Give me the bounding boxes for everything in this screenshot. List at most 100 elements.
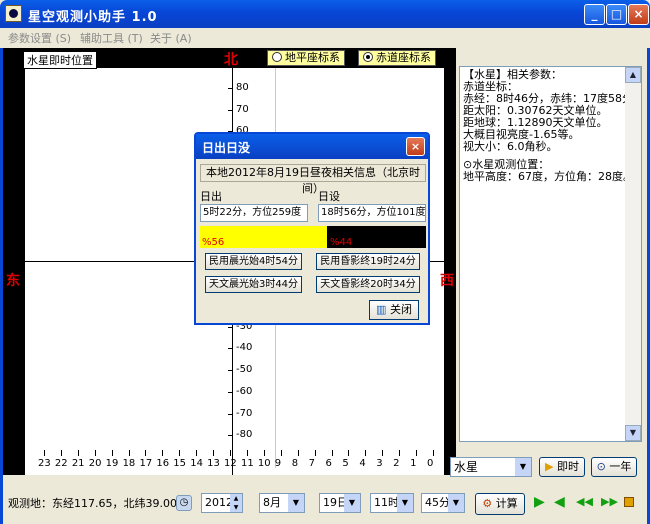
info-lines: 【水星】相关参数： 赤道坐标： 赤经：8时46分，赤纬：17度58分。 距太阳：0.3… bbox=[463, 69, 641, 183]
bottom-bar: 观测地：东经117.65，北纬39.00 ◷ 2012 ▲ ▼ 8月 ▼ 19日 … bbox=[3, 490, 647, 518]
menu-about[interactable]: 关于 (A) bbox=[150, 30, 192, 46]
orbit-icon: ⊙ bbox=[596, 460, 606, 473]
sunset-field: 18时56分，方位101度 bbox=[318, 204, 426, 222]
planet-select[interactable]: 水星 ▼ bbox=[450, 457, 532, 477]
sunrise-label: 日出 bbox=[200, 190, 222, 203]
chevron-down-icon[interactable]: ▼ bbox=[515, 458, 531, 476]
step-back-icon[interactable]: ◀ bbox=[554, 494, 565, 510]
west-label: 西 bbox=[440, 273, 454, 289]
play-forward-icon[interactable]: ▶ bbox=[534, 494, 545, 510]
y-tick-label: -80 bbox=[236, 429, 253, 441]
maximize-button[interactable]: □ bbox=[606, 4, 627, 25]
x-tick-mark bbox=[196, 450, 198, 456]
night-percent-label: %44 bbox=[330, 237, 353, 248]
location-label: 观测地：东经117.65，北纬39.00 bbox=[8, 495, 184, 511]
x-tick-label: 22 bbox=[54, 458, 68, 469]
chevron-down-icon[interactable]: ▼ bbox=[344, 494, 360, 512]
chevron-down-icon[interactable]: ▼ bbox=[448, 494, 464, 512]
x-tick-label: 4 bbox=[359, 458, 366, 469]
y-tick-label: -70 bbox=[236, 407, 253, 419]
dialog-title-bar: 日出日没 × bbox=[196, 134, 428, 159]
x-tick-mark bbox=[60, 450, 62, 456]
x-tick-label: 2 bbox=[393, 458, 400, 469]
radio-equatorial-coords[interactable]: 赤道座标系 bbox=[358, 50, 436, 66]
x-tick-mark bbox=[433, 450, 434, 456]
minute-value: 45分 bbox=[425, 496, 450, 509]
radio-label: 赤道座标系 bbox=[376, 51, 431, 64]
year-button-label: 一年 bbox=[609, 460, 632, 473]
clock-icon[interactable]: ◷ bbox=[176, 495, 192, 511]
year-spinner[interactable]: 2012 ▲ ▼ bbox=[201, 493, 243, 513]
y-tick-mark bbox=[228, 88, 233, 89]
now-button[interactable]: ▶ 即时 bbox=[539, 457, 585, 477]
x-tick-mark bbox=[297, 450, 299, 456]
x-tick-label: 15 bbox=[173, 458, 187, 469]
astro-dusk-button[interactable]: 天文昏影终20时34分 bbox=[316, 276, 420, 293]
hour-select[interactable]: 11时 ▼ bbox=[370, 493, 414, 513]
x-tick-label: 6 bbox=[325, 458, 332, 469]
scroll-down-icon[interactable]: ▼ bbox=[625, 425, 641, 441]
info-panel[interactable]: 【水星】相关参数： 赤道坐标： 赤经：8时46分，赤纬：17度58分。 距太阳：0.3… bbox=[459, 66, 642, 442]
info-line: 地平高度：67度，方位角：28度。 bbox=[463, 170, 634, 183]
minute-select[interactable]: 45分 ▼ bbox=[421, 493, 465, 513]
x-tick-mark bbox=[382, 450, 384, 456]
month-select[interactable]: 8月 ▼ bbox=[259, 493, 305, 513]
x-tick-label: 14 bbox=[190, 458, 203, 469]
astro-dawn-button[interactable]: 天文晨光始3时44分 bbox=[205, 276, 302, 293]
x-tick-label: 18 bbox=[122, 458, 136, 469]
x-tick-label: 13 bbox=[207, 458, 220, 469]
x-tick-mark bbox=[263, 450, 265, 456]
close-button[interactable]: × bbox=[628, 4, 649, 25]
dialog-close-icon[interactable]: × bbox=[406, 137, 425, 156]
minimize-button[interactable]: _ bbox=[584, 4, 605, 25]
x-tick-mark bbox=[365, 450, 367, 456]
x-tick-label: 11 bbox=[240, 458, 254, 469]
x-tick-label: 16 bbox=[156, 458, 170, 469]
x-tick-mark bbox=[213, 450, 215, 456]
radio-label: 地平座标系 bbox=[285, 51, 340, 64]
title-bar: 星空观测小助手 1.0 _ □ × bbox=[0, 0, 650, 28]
x-tick-label: 20 bbox=[88, 458, 102, 469]
hour-value: 11时 bbox=[374, 496, 399, 509]
sunrise-field: 5时22分，方位259度 bbox=[200, 204, 308, 222]
now-button-label: 即时 bbox=[556, 460, 579, 473]
fast-forward-icon[interactable]: ▶▶ bbox=[601, 495, 618, 508]
chevron-down-icon[interactable]: ▼ bbox=[288, 494, 304, 512]
door-icon: ▥ bbox=[376, 303, 387, 316]
x-tick-label: 0 bbox=[427, 458, 434, 469]
civil-dusk-button[interactable]: 民用昏影终19时24分 bbox=[316, 253, 420, 270]
scroll-up-icon[interactable]: ▲ bbox=[625, 67, 641, 83]
x-tick-label: 21 bbox=[71, 458, 85, 469]
x-tick-mark bbox=[111, 450, 113, 456]
y-tick-label: -50 bbox=[236, 364, 253, 376]
radio-horizontal-coords[interactable]: 地平座标系 bbox=[267, 50, 345, 66]
x-tick-mark bbox=[348, 450, 350, 456]
x-tick-mark bbox=[128, 450, 130, 456]
y-tick-mark bbox=[228, 370, 233, 372]
x-tick-mark bbox=[179, 450, 181, 456]
calculator-icon: ⚙ bbox=[482, 497, 493, 510]
x-tick-label: 3 bbox=[376, 458, 383, 469]
civil-dawn-button[interactable]: 民用晨光始4时54分 bbox=[205, 253, 302, 270]
x-tick-label: 5 bbox=[342, 458, 349, 469]
rewind-icon[interactable]: ◀◀ bbox=[576, 495, 593, 508]
year-button[interactable]: ⊙ 一年 bbox=[591, 457, 637, 477]
stop-icon[interactable] bbox=[624, 497, 634, 507]
chevron-down-icon[interactable]: ▼ bbox=[397, 494, 413, 512]
x-tick-mark bbox=[246, 450, 248, 456]
info-scrollbar[interactable]: ▲ ▼ bbox=[625, 67, 641, 441]
dialog-close-button[interactable]: ▥ 关闭 bbox=[369, 300, 419, 320]
planet-select-value: 水星 bbox=[454, 460, 479, 474]
spinner-arrows-icon[interactable]: ▲ ▼ bbox=[230, 494, 242, 512]
x-tick-label: 19 bbox=[105, 458, 119, 469]
x-tick-mark bbox=[162, 450, 164, 456]
y-tick-mark bbox=[228, 413, 233, 415]
calc-button[interactable]: ⚙ 计算 bbox=[475, 493, 525, 515]
day-select[interactable]: 19日 ▼ bbox=[319, 493, 361, 513]
menu-tools[interactable]: 辅助工具 (T) bbox=[80, 30, 143, 46]
x-tick-mark bbox=[399, 450, 401, 456]
menu-params[interactable]: 参数设置 (S) bbox=[8, 30, 71, 46]
x-tick-mark bbox=[331, 450, 333, 456]
x-tick-mark bbox=[44, 450, 45, 456]
x-tick-mark bbox=[145, 450, 147, 456]
